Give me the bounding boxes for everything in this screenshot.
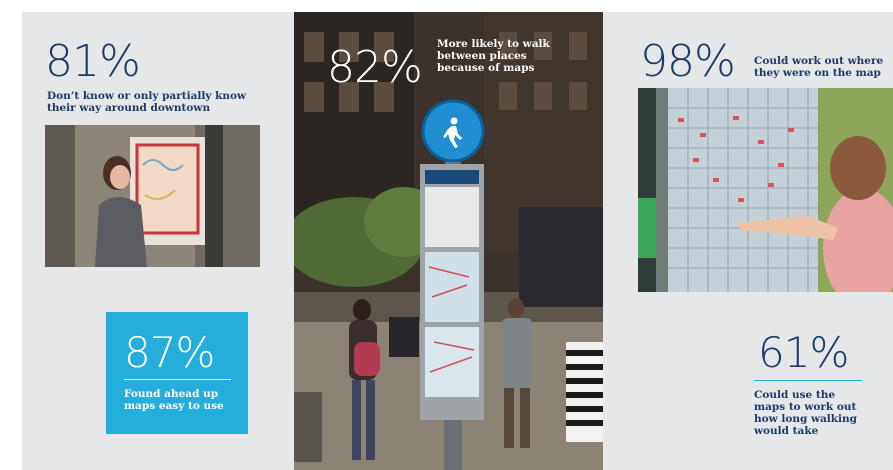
stat-82-value: 82% [327,42,423,93]
photo-hand-pointing-at-map [638,88,893,292]
photo-map-illustration [638,88,893,292]
stat-98-value: 98% [640,36,736,87]
stat-87-value: 87% [124,328,215,377]
stat-81-value: 81% [45,36,141,87]
stat-82-caption: More likely to walk between places becau… [437,38,550,74]
photo-woman-at-map-kiosk [45,125,260,267]
stat-61-value: 61% [758,328,849,377]
stat-87-divider [124,379,231,380]
stat-61-divider [754,380,862,381]
stat-87-caption: Found ahead up maps easy to use [124,388,224,412]
photo-woman-illustration [45,125,260,267]
stat-81-caption: Don’t know or only partially know their … [47,90,247,114]
stat-98-caption: Could work out where they were on the ma… [754,55,884,79]
stat-61-caption: Could use the maps to work out how long … [754,389,858,437]
pedestrian-icon [443,117,462,148]
